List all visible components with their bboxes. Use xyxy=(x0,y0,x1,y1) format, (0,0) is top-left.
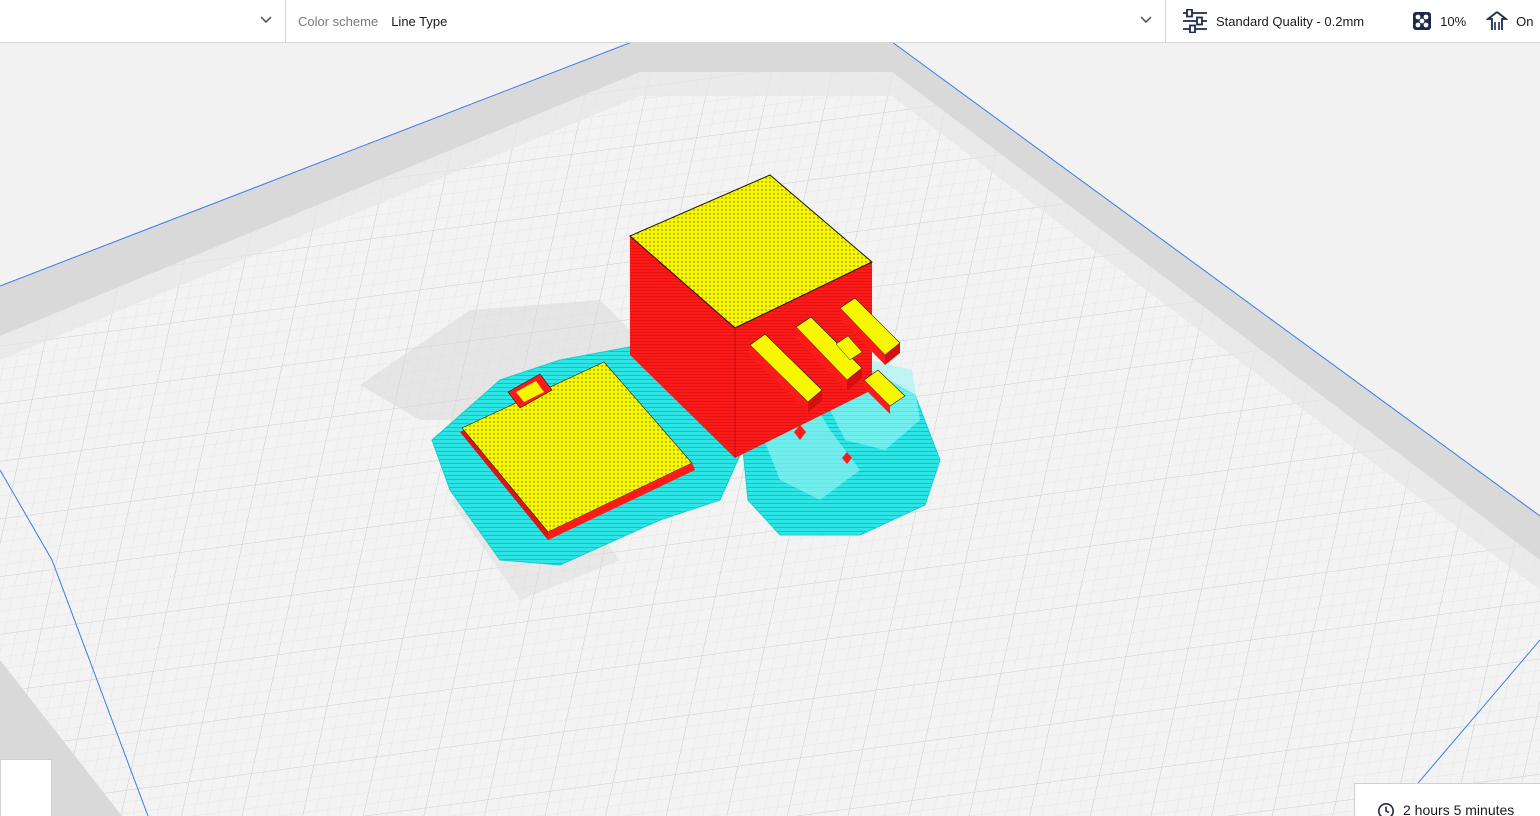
left-dropdown[interactable] xyxy=(0,0,286,42)
top-toolbar: Color scheme Line Type Standard Quality … xyxy=(0,0,1540,43)
sliders-icon xyxy=(1182,9,1208,33)
build-plate-scene xyxy=(0,42,1540,816)
clock-icon xyxy=(1377,802,1395,816)
chevron-down-icon xyxy=(1140,16,1152,23)
cura-preview-window: Color scheme Line Type Standard Quality … xyxy=(0,0,1540,816)
support-icon xyxy=(1486,10,1509,32)
3d-viewport[interactable] xyxy=(0,42,1540,816)
infill-value: 10% xyxy=(1440,13,1467,29)
print-time-text: 2 hours 5 minutes xyxy=(1403,802,1515,816)
object-list-panel[interactable] xyxy=(0,759,52,816)
support-label: On xyxy=(1516,13,1534,29)
print-settings-button[interactable]: Standard Quality - 0.2mm 10% On xyxy=(1166,0,1540,42)
profile-label: Standard Quality - 0.2mm xyxy=(1216,13,1365,29)
infill-icon xyxy=(1412,11,1432,31)
color-scheme-label: Color scheme xyxy=(298,13,379,29)
color-scheme-value: Line Type xyxy=(391,13,448,29)
print-time-panel[interactable]: 2 hours 5 minutes xyxy=(1354,783,1540,816)
color-scheme-dropdown[interactable]: Color scheme Line Type xyxy=(286,0,1166,42)
chevron-down-icon xyxy=(260,16,272,23)
